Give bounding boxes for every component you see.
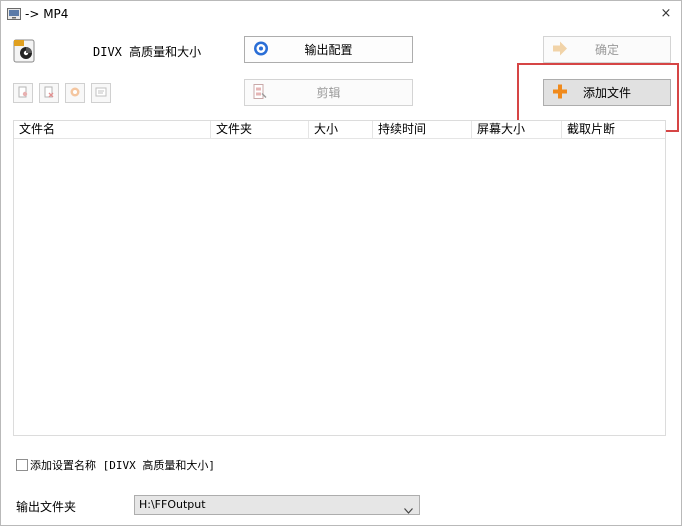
edit-button[interactable]: 剪辑 <box>244 79 413 106</box>
add-setting-name-label: 添加设置名称 [DIVX 高质量和大小] <box>30 459 215 472</box>
info-tool-button[interactable] <box>91 83 111 103</box>
edit-label: 剪辑 <box>316 86 341 100</box>
column-header-clip[interactable]: 截取片断 <box>562 121 665 138</box>
list-toolbar <box>13 83 111 103</box>
converter-window: -> MP4 × DIVX 高质量和大小 输出配置 确定 剪辑 添加文件 文件名… <box>0 0 682 526</box>
clear-list-tool-icon <box>69 86 81 101</box>
column-header-folder[interactable]: 文件夹 <box>211 121 309 138</box>
remove-file-tool-icon <box>43 86 55 101</box>
add-setting-name-checkbox[interactable] <box>16 459 28 471</box>
remove-item-tool-button[interactable] <box>39 83 59 103</box>
add-file-tool-icon <box>17 86 29 101</box>
output-folder-label: 输出文件夹 <box>16 500 77 514</box>
clear-tool-button[interactable] <box>65 83 85 103</box>
profile-name: DIVX 高质量和大小 <box>93 45 202 59</box>
confirm-button[interactable]: 确定 <box>543 36 671 63</box>
divx-profile-icon <box>13 38 37 64</box>
close-button[interactable]: × <box>651 1 681 29</box>
output-config-button[interactable]: 输出配置 <box>244 36 413 63</box>
confirm-arrow-icon <box>552 41 568 58</box>
app-icon <box>7 8 21 20</box>
chevron-down-icon <box>404 502 413 520</box>
media-info-tool-icon <box>95 86 107 101</box>
title-bar: -> MP4 × <box>1 1 681 29</box>
add-setting-name-option[interactable]: 添加设置名称 [DIVX 高质量和大小] <box>16 457 215 473</box>
settings-disc-icon <box>253 40 269 59</box>
output-folder-value: H:\FFOutput <box>139 498 206 511</box>
column-header-size[interactable]: 大小 <box>309 121 373 138</box>
add-item-tool-button[interactable] <box>13 83 33 103</box>
column-header-duration[interactable]: 持续时间 <box>373 121 472 138</box>
file-list[interactable]: 文件名 文件夹 大小 持续时间 屏幕大小 截取片断 <box>13 120 666 436</box>
column-header-filename[interactable]: 文件名 <box>14 121 211 138</box>
file-list-header: 文件名 文件夹 大小 持续时间 屏幕大小 截取片断 <box>14 121 665 139</box>
film-clip-icon <box>253 83 267 102</box>
confirm-label: 确定 <box>594 43 619 57</box>
output-config-label: 输出配置 <box>304 43 353 57</box>
output-folder-select[interactable]: H:\FFOutput <box>134 495 420 515</box>
column-header-screen-size[interactable]: 屏幕大小 <box>472 121 562 138</box>
window-title: -> MP4 <box>25 7 69 21</box>
